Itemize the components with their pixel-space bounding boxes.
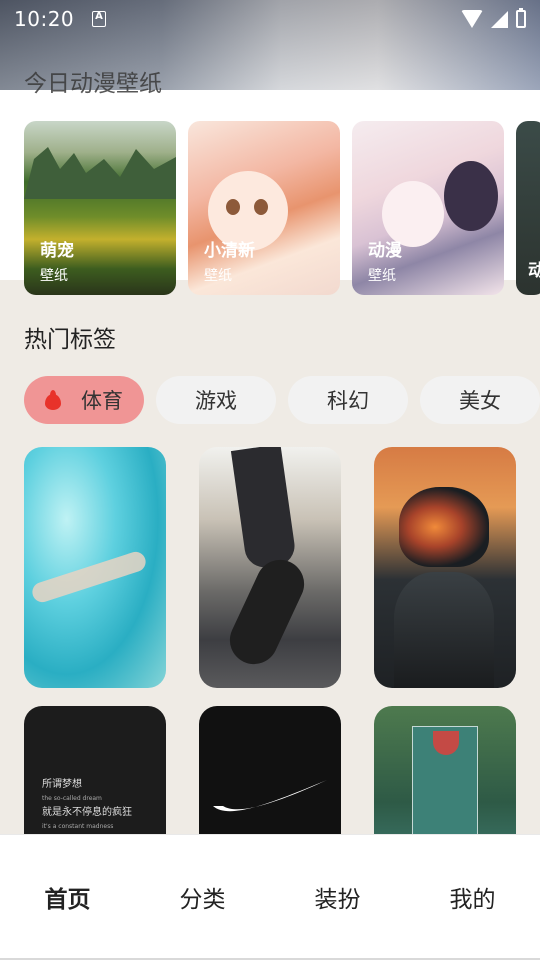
- skateboard-figure: [222, 552, 312, 672]
- carousel-card-fresh[interactable]: 小清新 壁纸: [188, 121, 340, 295]
- wallpaper-thumb-court[interactable]: [374, 706, 516, 835]
- card-title: 动漫: [368, 241, 402, 261]
- faded-section-title: 今日动漫壁纸: [24, 71, 162, 97]
- nav-dressup[interactable]: 装扮: [270, 880, 405, 914]
- card-subtitle: 壁纸: [204, 268, 232, 284]
- chip-label: 游戏: [195, 389, 237, 413]
- nav-category[interactable]: 分类: [135, 880, 270, 914]
- carousel-card-partial[interactable]: 动: [516, 121, 540, 295]
- system-icons: [461, 8, 526, 28]
- wallpaper-thumb-skateboard[interactable]: [199, 447, 341, 688]
- battery-icon: [516, 8, 526, 28]
- hot-tags-title: 热门标签: [24, 327, 116, 353]
- signal-icon: [491, 10, 508, 28]
- card-title: 萌宠: [40, 241, 74, 261]
- basketball-court: [412, 726, 478, 835]
- tag-chip-beauty[interactable]: 美女: [420, 376, 540, 424]
- anime-hair: [444, 161, 498, 231]
- tag-chip-sports[interactable]: 体育: [24, 376, 144, 424]
- anime-eye: [226, 199, 240, 215]
- chip-label: 科幻: [327, 389, 369, 413]
- quote-line1-en: the so-called dream: [42, 795, 102, 802]
- notification-icon: [92, 11, 107, 27]
- quote-line2-en: it's a constant madness: [42, 823, 114, 830]
- chip-label: 美女: [459, 389, 501, 413]
- wallpaper-thumb-swimmer[interactable]: [24, 447, 166, 688]
- card-subtitle: 壁纸: [368, 268, 396, 284]
- nav-mine[interactable]: 我的: [405, 880, 540, 914]
- category-carousel[interactable]: 萌宠 壁纸 小清新 壁纸 动漫 壁纸 动: [24, 121, 540, 295]
- court-key-top: [433, 731, 459, 755]
- wallpaper-thumb-sports-logos[interactable]: [199, 706, 341, 835]
- bottom-navigation: 首页 分类 装扮 我的: [0, 834, 540, 960]
- swoosh-logo: [213, 780, 327, 812]
- carousel-card-anime[interactable]: 动漫 壁纸: [352, 121, 504, 295]
- mountain-illustration: [24, 147, 176, 199]
- tag-chip-scifi[interactable]: 科幻: [288, 376, 408, 424]
- status-bar: 10:20: [0, 0, 540, 38]
- swimmer-figure: [29, 549, 149, 605]
- card-title: 动: [528, 261, 540, 281]
- anime-eye: [254, 199, 268, 215]
- helmet-figure: [399, 487, 489, 567]
- wallpaper-thumb-cyber-rider[interactable]: [374, 447, 516, 688]
- chip-label: 体育: [81, 389, 123, 413]
- tag-chip-games[interactable]: 游戏: [156, 376, 276, 424]
- quote-line2: 就是永不停息的疯狂: [42, 807, 132, 818]
- status-time: 10:20: [14, 7, 75, 31]
- tag-chips: 体育 游戏 科幻 美女: [24, 376, 540, 424]
- card-title: 小清新: [204, 241, 255, 261]
- wallpaper-grid: 所谓梦想 the so-called dream 就是永不停息的疯狂 it's …: [24, 447, 516, 835]
- card-subtitle: 壁纸: [40, 268, 68, 284]
- carousel-card-pets[interactable]: 萌宠 壁纸: [24, 121, 176, 295]
- quote-line1: 所谓梦想: [42, 779, 82, 790]
- armor-figure: [394, 572, 494, 688]
- wifi-icon: [461, 10, 483, 28]
- quote-text: 所谓梦想 the so-called dream 就是永不停息的疯狂 it's …: [42, 778, 132, 834]
- wallpaper-thumb-quote[interactable]: 所谓梦想 the so-called dream 就是永不停息的疯狂 it's …: [24, 706, 166, 835]
- fire-icon: [45, 390, 61, 410]
- nav-home[interactable]: 首页: [0, 880, 135, 914]
- skater-legs: [230, 447, 298, 570]
